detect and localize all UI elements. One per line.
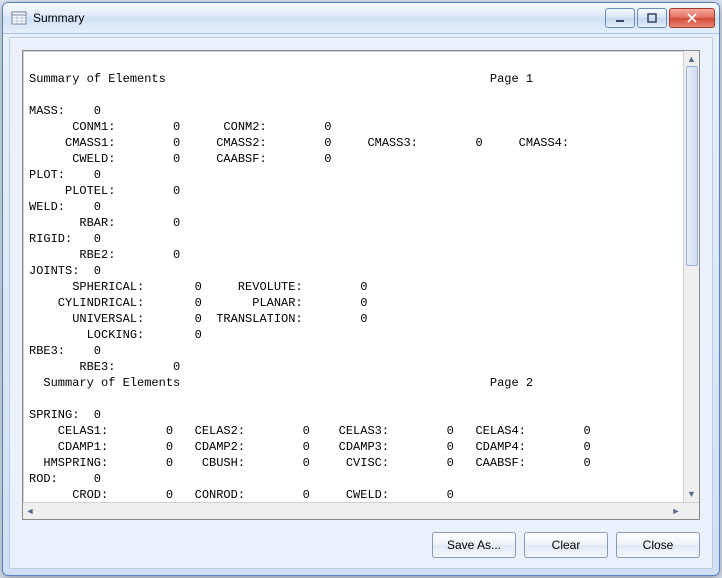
vertical-scrollbar[interactable]: ▲ ▼ bbox=[683, 51, 699, 502]
client-area: Summary of Elements Page 1 MASS: 0 CONM1… bbox=[9, 37, 713, 569]
dialog-button-row: Save As... Clear Close bbox=[432, 532, 700, 558]
close-window-button[interactable] bbox=[669, 8, 715, 28]
text-body: Summary of Elements Page 1 MASS: 0 CONM1… bbox=[23, 51, 699, 502]
vertical-scroll-track[interactable] bbox=[685, 66, 699, 487]
scroll-up-button[interactable]: ▲ bbox=[685, 52, 699, 66]
summary-text: Summary of Elements Page 1 MASS: 0 CONM1… bbox=[29, 55, 679, 502]
maximize-button[interactable] bbox=[637, 8, 667, 28]
titlebar[interactable]: Summary bbox=[3, 3, 719, 34]
scroll-down-button[interactable]: ▼ bbox=[685, 487, 699, 501]
minimize-icon bbox=[615, 13, 625, 23]
close-button[interactable]: Close bbox=[616, 532, 700, 558]
scroll-right-button[interactable]: ► bbox=[669, 504, 683, 518]
app-icon bbox=[11, 10, 27, 26]
horizontal-scroll-track[interactable] bbox=[37, 504, 669, 518]
summary-window: Summary Summary of Elements bbox=[2, 2, 720, 576]
clear-button[interactable]: Clear bbox=[524, 532, 608, 558]
minimize-button[interactable] bbox=[605, 8, 635, 28]
text-viewport[interactable]: Summary of Elements Page 1 MASS: 0 CONM1… bbox=[23, 51, 683, 502]
chevron-right-icon: ► bbox=[672, 507, 681, 516]
window-controls bbox=[605, 8, 715, 28]
chevron-left-icon: ◄ bbox=[26, 507, 35, 516]
maximize-icon bbox=[647, 13, 657, 23]
close-icon bbox=[686, 13, 698, 23]
window-title: Summary bbox=[33, 11, 605, 25]
scroll-left-button[interactable]: ◄ bbox=[23, 504, 37, 518]
vertical-scroll-thumb[interactable] bbox=[686, 66, 698, 266]
chevron-up-icon: ▲ bbox=[687, 55, 696, 64]
horizontal-scrollbar[interactable]: ◄ ► bbox=[23, 502, 699, 519]
save-as-button[interactable]: Save As... bbox=[432, 532, 516, 558]
chevron-down-icon: ▼ bbox=[687, 490, 696, 499]
summary-text-frame: Summary of Elements Page 1 MASS: 0 CONM1… bbox=[22, 50, 700, 520]
scroll-corner bbox=[683, 503, 699, 519]
